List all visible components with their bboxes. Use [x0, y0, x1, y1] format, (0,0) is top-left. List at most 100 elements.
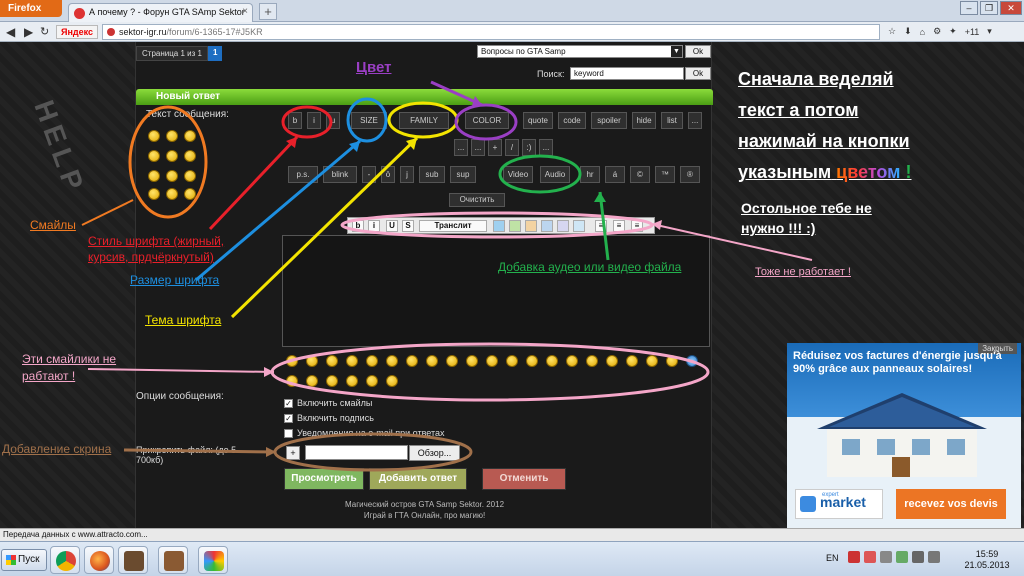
underline-button[interactable]: u [326, 112, 340, 129]
copyright-button[interactable]: © [630, 166, 650, 183]
align-center-icon[interactable]: ≡ [613, 220, 625, 232]
hr-button[interactable]: hr [580, 166, 600, 183]
smiley-icon[interactable] [286, 355, 298, 367]
link-icon[interactable] [509, 220, 521, 232]
smiley-icon[interactable] [566, 355, 578, 367]
gear-icon[interactable]: ⚙ [933, 26, 941, 37]
clock[interactable]: 15:59 21.05.2013 [957, 549, 1017, 571]
preview-button[interactable]: Просмотреть [284, 468, 364, 490]
smiley-icon[interactable] [446, 355, 458, 367]
browser-tab[interactable]: А почему ? - Форун GTA SAmp Sektor × [68, 3, 253, 22]
home-icon[interactable]: ⌂ [920, 27, 925, 37]
minimize-button[interactable]: – [960, 1, 978, 15]
language-indicator[interactable]: EN [826, 553, 839, 563]
volume-icon[interactable] [928, 551, 940, 563]
smiley-icon[interactable] [346, 375, 358, 387]
smiley-icon[interactable] [148, 170, 160, 182]
smiley-icon[interactable] [386, 355, 398, 367]
smiley-icon[interactable] [326, 355, 338, 367]
editor-underline-button[interactable]: U [386, 220, 398, 232]
hide-button[interactable]: hide [632, 112, 656, 129]
submit-reply-button[interactable]: Добавить ответ [369, 468, 467, 490]
start-button[interactable]: Пуск [1, 549, 47, 571]
toolbar-button[interactable]: / [505, 139, 519, 156]
toolbar-button[interactable]: ō [381, 166, 395, 183]
smiley-icon[interactable] [546, 355, 558, 367]
network-icon[interactable] [912, 551, 924, 563]
smiley-icon[interactable] [184, 130, 196, 142]
smiley-icon[interactable] [306, 355, 318, 367]
tab-close-icon[interactable]: × [242, 6, 248, 17]
more-button[interactable]: ... [688, 112, 702, 129]
expert-market-logo[interactable]: expert market [795, 489, 883, 519]
ps-button[interactable]: p.s. [288, 166, 318, 183]
smiley-icon[interactable] [386, 375, 398, 387]
toolbar-button[interactable]: - [362, 166, 376, 183]
page-number-1[interactable]: 1 [207, 46, 223, 61]
search-ok-button[interactable]: Ok [685, 67, 711, 80]
font-family-select[interactable]: FAMILY [399, 112, 449, 129]
bold-button[interactable]: b [288, 112, 302, 129]
video-button[interactable]: Video [503, 166, 533, 183]
smiley-icon[interactable] [148, 130, 160, 142]
smiley-icon[interactable] [686, 355, 698, 367]
back-arrow-icon[interactable]: ◀ [6, 25, 15, 39]
toolbar-button[interactable]: ... [471, 139, 485, 156]
editor-italic-button[interactable]: i [368, 220, 380, 232]
smiley-icon[interactable] [606, 355, 618, 367]
checkbox-checked[interactable]: ✓ [284, 414, 293, 424]
italic-button[interactable]: i [307, 112, 321, 129]
yandex-search-button[interactable]: Яндекс [56, 25, 98, 39]
checkbox-unchecked[interactable] [284, 429, 293, 439]
new-tab-button[interactable]: + [259, 3, 277, 20]
sup-button[interactable]: sup [450, 166, 476, 183]
close-window-button[interactable]: ✕ [1000, 1, 1022, 15]
search-input[interactable]: keyword [570, 67, 684, 80]
smiley-icon[interactable] [184, 150, 196, 162]
file-path-input[interactable] [305, 445, 408, 460]
quote-button[interactable]: quote [523, 112, 553, 129]
trademark-button[interactable]: ™ [655, 166, 675, 183]
paint-taskbar-icon[interactable] [198, 546, 228, 574]
smiley-icon[interactable] [346, 355, 358, 367]
download-icon[interactable]: ⬇ [904, 26, 912, 37]
checkbox-email-notify[interactable]: Уведомления на e-mail при ответах [284, 428, 445, 439]
toolbar-button[interactable]: :) [522, 139, 536, 156]
table-icon[interactable] [557, 220, 569, 232]
forward-arrow-icon[interactable]: ▶ [24, 25, 33, 39]
registered-button[interactable]: ® [680, 166, 700, 183]
insert-icon[interactable] [541, 220, 553, 232]
firefox-menu-button[interactable]: Firefox [0, 0, 62, 17]
address-bar[interactable]: sektor-igr.ru/forum/6-1365-17#J5KR [102, 24, 880, 40]
addons-count[interactable]: +11 [965, 27, 980, 37]
toolbar-button[interactable]: á [605, 166, 625, 183]
cancel-button[interactable]: Отменить [482, 468, 566, 490]
checkbox-checked[interactable]: ✓ [284, 399, 293, 409]
editor-strike-button[interactable]: S [402, 220, 414, 232]
toolbar-button[interactable]: j [400, 166, 414, 183]
addons-icon[interactable]: ✦ [949, 26, 957, 37]
menu-icon[interactable]: ▾ [987, 26, 992, 37]
add-file-button[interactable]: + [286, 446, 300, 460]
smiley-icon[interactable] [406, 355, 418, 367]
toolbar-button[interactable]: ... [454, 139, 468, 156]
smiley-icon[interactable] [646, 355, 658, 367]
smiley-icon[interactable] [306, 375, 318, 387]
solar-ad[interactable]: Закрыть Réduisez vos factures d'énergie … [787, 343, 1021, 528]
maximize-button[interactable]: ❐ [980, 1, 998, 15]
ad-cta-button[interactable]: recevez vos devis [896, 489, 1006, 519]
firefox-taskbar-icon[interactable] [84, 546, 114, 574]
browse-button[interactable]: Обзор... [409, 445, 460, 461]
checkbox-smiles[interactable]: ✓ Включить смайлы [284, 398, 372, 409]
message-textarea[interactable] [282, 235, 710, 347]
toolbar-button[interactable]: ... [539, 139, 553, 156]
app-taskbar-icon[interactable] [158, 546, 188, 574]
smiley-icon[interactable] [426, 355, 438, 367]
clear-button[interactable]: Очистить [449, 193, 505, 207]
blink-button[interactable]: blink [323, 166, 357, 183]
smiley-icon[interactable] [166, 188, 178, 200]
forum-jump-select[interactable]: Вопросы по GTA Samp ▼ [477, 45, 683, 58]
tray-icon[interactable] [848, 551, 860, 563]
color-select[interactable]: COLOR [465, 112, 509, 129]
smiley-icon[interactable] [506, 355, 518, 367]
